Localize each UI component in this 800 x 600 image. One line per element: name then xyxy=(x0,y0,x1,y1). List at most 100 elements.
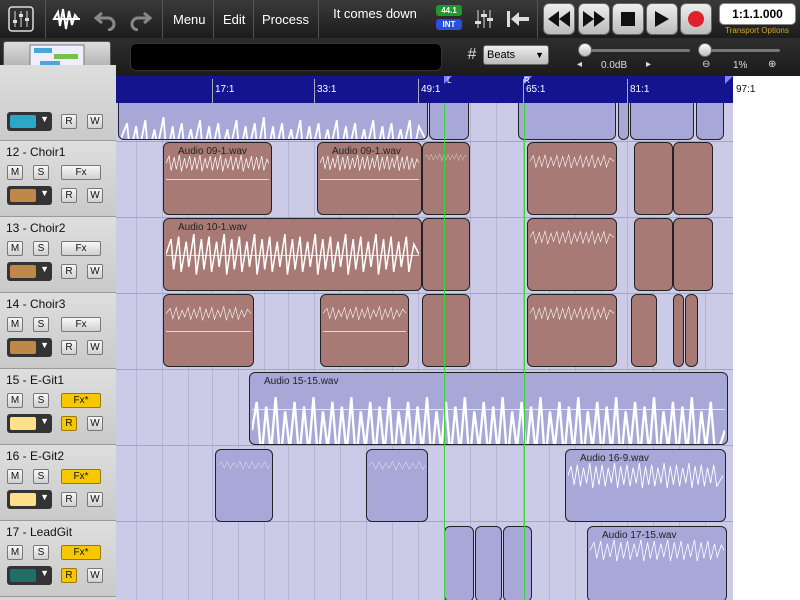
audio-clip[interactable]: Audio 17-15.wav xyxy=(587,526,727,600)
track-name[interactable]: 13 - Choir2 xyxy=(6,221,65,235)
record-arm-button[interactable]: R xyxy=(61,416,77,431)
mute-button[interactable]: M xyxy=(7,545,23,560)
process-button[interactable]: Process xyxy=(262,0,309,38)
audio-clip[interactable] xyxy=(518,103,616,140)
solo-button[interactable]: S xyxy=(33,545,49,560)
track-color-select[interactable]: ▼ xyxy=(7,112,52,131)
audio-clip[interactable]: Audio 16-9.wav xyxy=(565,449,726,522)
fast-forward-button[interactable] xyxy=(578,3,610,35)
audio-clip[interactable] xyxy=(673,218,713,291)
solo-button[interactable]: S xyxy=(33,165,49,180)
song-title[interactable]: It comes down xyxy=(322,6,428,21)
write-automation-button[interactable]: W xyxy=(87,114,103,129)
arrangement-area[interactable]: Audio 09-1.wav Audio 09-1.wav Audio 10-1… xyxy=(116,103,733,600)
audio-clip[interactable] xyxy=(527,218,617,291)
undo-icon[interactable] xyxy=(90,4,120,34)
audio-clip[interactable] xyxy=(429,103,469,140)
record-arm-button[interactable]: R xyxy=(61,568,77,583)
redo-icon[interactable] xyxy=(126,4,156,34)
track-name[interactable]: 16 - E-Git2 xyxy=(6,449,64,463)
menu-button[interactable]: Menu xyxy=(173,0,206,38)
audio-clip[interactable] xyxy=(527,294,617,367)
audio-clip[interactable] xyxy=(320,294,409,367)
play-button[interactable] xyxy=(646,3,678,35)
track-color-select[interactable]: ▼ xyxy=(7,338,52,357)
loop-start-line[interactable] xyxy=(444,103,445,600)
audio-clip[interactable] xyxy=(163,294,254,367)
mute-button[interactable]: M xyxy=(7,469,23,484)
mixer-icon[interactable] xyxy=(6,4,36,34)
write-automation-button[interactable]: W xyxy=(87,188,103,203)
audio-clip[interactable] xyxy=(630,103,694,140)
fx-button[interactable]: Fx* xyxy=(61,469,101,484)
audio-clip[interactable] xyxy=(444,526,474,600)
mute-button[interactable]: M xyxy=(7,165,23,180)
audio-clip[interactable] xyxy=(215,449,273,522)
edit-button[interactable]: Edit xyxy=(223,0,245,38)
track-header-choir2[interactable]: 13 - Choir2 M S Fx ▼ R W xyxy=(0,217,116,293)
track-name[interactable]: 14 - Choir3 xyxy=(6,297,65,311)
zoom-out-icon[interactable]: ⊖ xyxy=(702,59,710,70)
audio-clip[interactable] xyxy=(696,103,724,140)
track-header-leadgit[interactable]: 17 - LeadGit M S Fx* ▼ R W xyxy=(0,521,116,597)
track-name[interactable]: 12 - Choir1 xyxy=(6,145,65,159)
track-name[interactable]: 17 - LeadGit xyxy=(6,525,72,539)
fx-button[interactable]: Fx* xyxy=(61,545,101,560)
track-color-select[interactable]: ▼ xyxy=(7,566,52,585)
loop-end-line[interactable] xyxy=(524,103,525,600)
zoom-slider[interactable] xyxy=(698,43,780,57)
volume-slider[interactable] xyxy=(578,43,690,57)
grid-icon[interactable]: # xyxy=(463,46,481,64)
return-to-start-icon[interactable] xyxy=(503,4,533,34)
timeline-ruler[interactable]: 17:1 33:1 49:1 65:1 81:1 L R xyxy=(116,76,733,103)
snap-select[interactable]: Beats ▼ xyxy=(483,45,549,65)
end-marker[interactable] xyxy=(725,76,733,84)
fx-button[interactable]: Fx xyxy=(61,165,101,180)
record-button[interactable] xyxy=(680,3,712,35)
zoom-in-icon[interactable]: ⊕ xyxy=(768,59,776,70)
solo-button[interactable]: S xyxy=(33,469,49,484)
audio-clip[interactable] xyxy=(673,294,684,367)
track-header-egit1[interactable]: 15 - E-Git1 M S Fx* ▼ R W xyxy=(0,369,116,445)
fader-settings-icon[interactable] xyxy=(469,4,499,34)
mute-button[interactable]: M xyxy=(7,317,23,332)
audio-clip[interactable] xyxy=(422,142,470,215)
track-color-select[interactable]: ▼ xyxy=(7,414,52,433)
waveform-editor-icon[interactable] xyxy=(52,4,82,34)
track-header-choir1[interactable]: 12 - Choir1 M S Fx ▼ R W xyxy=(0,141,116,217)
track-color-select[interactable]: ▼ xyxy=(7,262,52,281)
solo-button[interactable]: S xyxy=(33,317,49,332)
track-header-choir3[interactable]: 14 - Choir3 M S Fx ▼ R W xyxy=(0,293,116,369)
record-arm-button[interactable]: R xyxy=(61,340,77,355)
audio-clip[interactable] xyxy=(685,294,698,367)
stop-button[interactable] xyxy=(612,3,644,35)
audio-clip[interactable] xyxy=(673,142,713,215)
write-automation-button[interactable]: W xyxy=(87,568,103,583)
record-arm-button[interactable]: R xyxy=(61,264,77,279)
write-automation-button[interactable]: W xyxy=(87,340,103,355)
audio-clip[interactable]: Audio 10-1.wav xyxy=(163,218,422,291)
track-color-select[interactable]: ▼ xyxy=(7,490,52,509)
solo-button[interactable]: S xyxy=(33,241,49,256)
track-color-select[interactable]: ▼ xyxy=(7,186,52,205)
transport-options-link[interactable]: Transport Options xyxy=(714,26,800,35)
audio-clip[interactable] xyxy=(503,526,532,600)
audio-clip[interactable] xyxy=(422,218,470,291)
track-header-egit2[interactable]: 16 - E-Git2 M S Fx* ▼ R W xyxy=(0,445,116,521)
audio-clip[interactable] xyxy=(634,218,673,291)
audio-clip[interactable]: Audio 09-1.wav xyxy=(163,142,272,215)
position-counter[interactable]: 1:1.1.000 xyxy=(719,3,796,25)
record-arm-button[interactable]: R xyxy=(61,188,77,203)
audio-clip[interactable] xyxy=(118,103,428,140)
audio-clip[interactable] xyxy=(618,103,629,140)
write-automation-button[interactable]: W xyxy=(87,264,103,279)
audio-clip[interactable] xyxy=(422,294,470,367)
audio-clip[interactable] xyxy=(631,294,657,367)
mute-button[interactable]: M xyxy=(7,393,23,408)
audio-clip[interactable] xyxy=(634,142,673,215)
track-name[interactable]: 15 - E-Git1 xyxy=(6,373,64,387)
fx-button[interactable]: Fx* xyxy=(61,393,101,408)
rewind-button[interactable] xyxy=(543,3,575,35)
fx-button[interactable]: Fx xyxy=(61,317,101,332)
audio-clip[interactable] xyxy=(366,449,428,522)
